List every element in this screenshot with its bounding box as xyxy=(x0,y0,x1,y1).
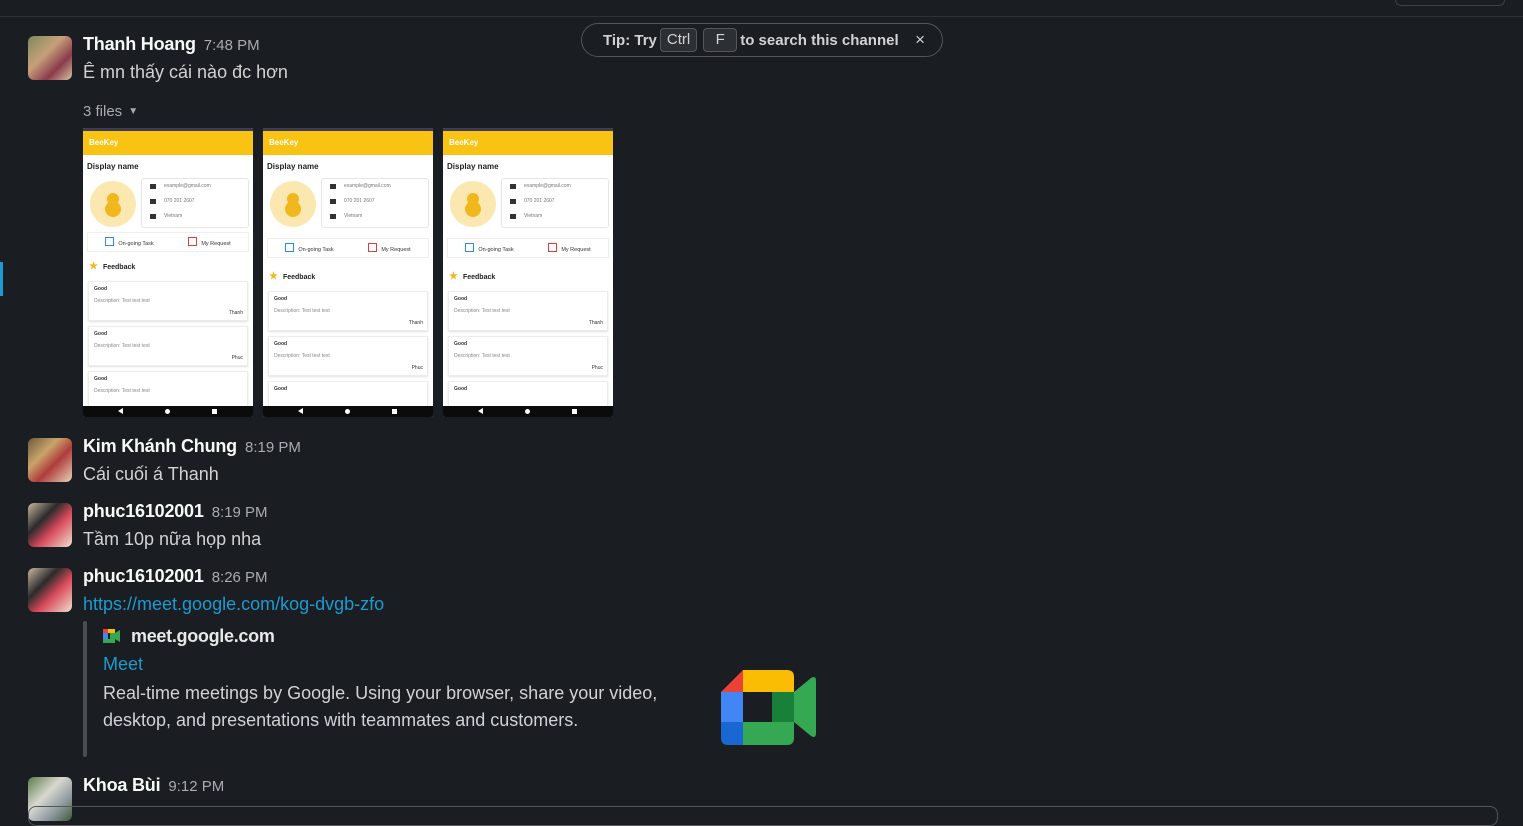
unfurl-title[interactable]: Meet xyxy=(103,654,143,675)
feedback-heading: Feedback xyxy=(269,271,315,282)
app-bar-title: BeeKey xyxy=(443,131,613,155)
unfurl-site[interactable]: meet.google.com xyxy=(103,626,275,647)
caret-down-icon: ▼ xyxy=(128,106,139,117)
contact-info-box: example@gmail.com 070 201 2607 Vietnam xyxy=(141,178,249,228)
message-timestamp[interactable]: 8:26 PM xyxy=(212,569,268,586)
image-attachment-3[interactable]: BeeKey Display name example@gmail.com 07… xyxy=(443,128,613,417)
task-tabs: On-going Task My Request xyxy=(447,238,609,258)
files-count-label: 3 files xyxy=(83,103,123,120)
back-icon xyxy=(298,408,303,414)
phone-text: 070 201 2607 xyxy=(322,194,428,209)
email-text: example@gmail.com xyxy=(142,179,248,194)
f-key-hint: F xyxy=(703,28,738,52)
message-author[interactable]: Kim Khánh Chung 8:19 PM xyxy=(83,436,301,457)
author-name[interactable]: Khoa Bùi xyxy=(83,775,161,795)
location-text: Vietnam xyxy=(322,209,428,224)
contact-info-box: example@gmail.com 070 201 2607 Vietnam xyxy=(321,178,429,228)
ongoing-task-tab: On-going Task xyxy=(465,243,513,253)
feedback-heading: Feedback xyxy=(89,261,135,272)
display-name-heading: Display name xyxy=(267,162,319,171)
message-author[interactable]: phuc16102001 8:19 PM xyxy=(83,501,268,522)
display-name-heading: Display name xyxy=(87,162,139,171)
avatar-placeholder-icon xyxy=(270,181,316,227)
message-author[interactable]: Thanh Hoang 7:48 PM xyxy=(83,34,260,55)
phone-text: 070 201 2607 xyxy=(502,194,608,209)
ctrl-key-hint: Ctrl xyxy=(659,28,698,52)
google-meet-favicon-icon xyxy=(103,627,120,643)
my-request-tab: My Request xyxy=(188,237,230,247)
email-text: example@gmail.com xyxy=(322,179,428,194)
home-icon xyxy=(345,409,350,414)
tip-suffix: to search this channel xyxy=(740,31,899,49)
unfurl-description: Real-time meetings by Google. Using your… xyxy=(103,683,658,730)
ongoing-task-tab: On-going Task xyxy=(285,243,333,253)
image-attachment-1[interactable]: BeeKey Display name example@gmail.com 07… xyxy=(83,128,253,417)
message-author[interactable]: Khoa Bùi 9:12 PM xyxy=(83,775,224,796)
recents-icon xyxy=(212,409,217,414)
avatar-placeholder-icon xyxy=(450,181,496,227)
message-timestamp[interactable]: 8:19 PM xyxy=(245,439,301,456)
recents-icon xyxy=(572,409,577,414)
message-text: Cái cuối á Thanh xyxy=(83,464,219,484)
home-icon xyxy=(165,409,170,414)
files-toggle[interactable]: 3 files ▼ xyxy=(83,103,138,120)
back-icon xyxy=(118,408,123,414)
feedback-heading: Feedback xyxy=(449,271,495,282)
author-name[interactable]: Kim Khánh Chung xyxy=(83,436,237,456)
home-icon xyxy=(525,409,530,414)
message-timestamp[interactable]: 9:12 PM xyxy=(168,778,224,795)
avatar-placeholder-icon xyxy=(90,181,136,227)
feedback-card: Good Description: Test test test Phuc xyxy=(448,336,608,376)
message-text: Ê mn thấy cái nào đc hơn xyxy=(83,62,288,82)
google-meet-logo-icon[interactable] xyxy=(721,668,816,746)
email-text: example@gmail.com xyxy=(502,179,608,194)
message-timestamp[interactable]: 7:48 PM xyxy=(204,37,260,54)
feedback-card: Good Description: Test test test Thanh xyxy=(448,291,608,331)
android-nav-bar xyxy=(443,406,613,417)
task-tabs: On-going Task My Request xyxy=(87,232,249,252)
my-request-tab: My Request xyxy=(548,243,590,253)
location-text: Vietnam xyxy=(142,209,248,224)
feedback-card: Good Description: Test test test xyxy=(88,371,248,411)
feedback-card: Good Description: Test test test Phuc xyxy=(88,326,248,366)
android-nav-bar xyxy=(83,406,253,417)
search-tip-banner: Tip: Try Ctrl F to search this channel × xyxy=(581,23,943,57)
avatar[interactable] xyxy=(28,568,72,612)
author-name[interactable]: Thanh Hoang xyxy=(83,34,196,54)
display-name-heading: Display name xyxy=(447,162,499,171)
avatar[interactable] xyxy=(28,36,72,80)
phone-text: 070 201 2607 xyxy=(142,194,248,209)
close-icon[interactable]: × xyxy=(915,30,925,50)
my-request-tab: My Request xyxy=(368,243,410,253)
android-nav-bar xyxy=(263,406,433,417)
unfurl-domain[interactable]: meet.google.com xyxy=(131,626,275,646)
task-tabs: On-going Task My Request xyxy=(267,238,429,258)
sidebar-selection-marker xyxy=(0,262,3,296)
message-composer[interactable] xyxy=(28,806,1498,826)
feedback-card: Good Description: Test test test Phuc xyxy=(268,336,428,376)
top-divider xyxy=(0,0,1523,17)
unfurl-quote-bar xyxy=(83,621,87,757)
author-name[interactable]: phuc16102001 xyxy=(83,501,204,521)
message-timestamp[interactable]: 8:19 PM xyxy=(212,504,268,521)
app-bar-title: BeeKey xyxy=(263,131,433,155)
message-author[interactable]: phuc16102001 8:26 PM xyxy=(83,566,268,587)
contact-info-box: example@gmail.com 070 201 2607 Vietnam xyxy=(501,178,609,228)
app-bar-title: BeeKey xyxy=(83,131,253,155)
avatar[interactable] xyxy=(28,438,72,482)
tip-prefix: Tip: Try xyxy=(603,31,657,49)
feedback-card: Good Description: Test test test Thanh xyxy=(88,281,248,321)
author-name[interactable]: phuc16102001 xyxy=(83,566,204,586)
header-button[interactable] xyxy=(1395,0,1505,6)
avatar[interactable] xyxy=(28,503,72,547)
recents-icon xyxy=(392,409,397,414)
message-text: Tầm 10p nữa họp nha xyxy=(83,529,262,549)
location-text: Vietnam xyxy=(502,209,608,224)
feedback-card: Good Description: Test test test Thanh xyxy=(268,291,428,331)
image-attachment-2[interactable]: BeeKey Display name example@gmail.com 07… xyxy=(263,128,433,417)
back-icon xyxy=(478,408,483,414)
ongoing-task-tab: On-going Task xyxy=(105,237,153,247)
meet-link[interactable]: https://meet.google.com/kog-dvgb-zfo xyxy=(83,594,384,615)
